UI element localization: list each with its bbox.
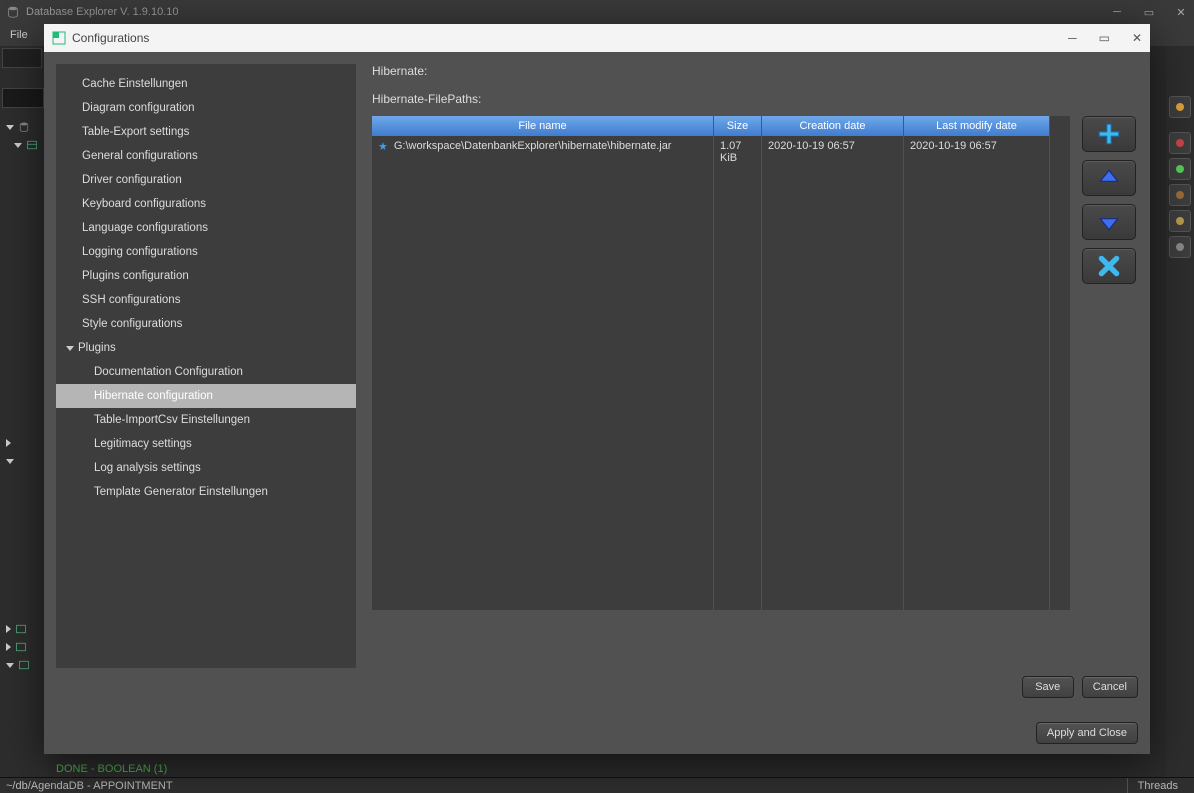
- main-window: Database Explorer V. 1.9.10.10 ─ ▭ ✕ Fil…: [0, 0, 1194, 793]
- sidebar-group-plugins[interactable]: Plugins: [56, 336, 356, 360]
- sidebar-item[interactable]: Table-Export settings: [56, 120, 356, 144]
- sidebar-item[interactable]: Language configurations: [56, 216, 356, 240]
- add-button[interactable]: [1082, 116, 1136, 152]
- maximize-button[interactable]: ▭: [1142, 5, 1156, 19]
- database-icon: [18, 121, 30, 133]
- table-icon: [26, 139, 38, 151]
- dialog-footer: Save Cancel Apply and Close: [44, 668, 1150, 754]
- save-button[interactable]: Save: [1022, 676, 1074, 698]
- dialog-title: Configurations: [72, 31, 149, 45]
- right-tool-6[interactable]: [1169, 236, 1191, 258]
- db-tree[interactable]: [6, 90, 46, 763]
- sidebar-subitem[interactable]: Table-ImportCsv Einstellungen: [56, 408, 356, 432]
- sidebar-subitem[interactable]: Template Generator Einstellungen: [56, 480, 356, 504]
- sidebar-item[interactable]: Logging configurations: [56, 240, 356, 264]
- col-size[interactable]: Size: [714, 116, 762, 136]
- col-filename[interactable]: File name: [372, 116, 714, 136]
- dialog-maximize[interactable]: ▭: [1099, 31, 1110, 45]
- star-icon: ★: [378, 140, 388, 153]
- bottom-tree-label: DONE - BOOLEAN (1): [56, 763, 167, 775]
- remove-button[interactable]: [1082, 248, 1136, 284]
- main-titlebar: Database Explorer V. 1.9.10.10 ─ ▭ ✕: [0, 0, 1194, 24]
- configurations-dialog: Configurations ─ ▭ ✕ Cache Einstellungen…: [44, 24, 1150, 754]
- sidebar-item[interactable]: Diagram configuration: [56, 96, 356, 120]
- main-title: Database Explorer V. 1.9.10.10: [26, 6, 1110, 18]
- cell-filename[interactable]: ★ G:\workspace\DatenbankExplorer\hiberna…: [372, 136, 714, 610]
- right-toolbar: [1166, 46, 1194, 777]
- status-path: ~/db/AgendaDB - APPOINTMENT: [6, 780, 173, 792]
- close-button[interactable]: ✕: [1174, 5, 1188, 19]
- sidebar-subitem[interactable]: Documentation Configuration: [56, 360, 356, 384]
- content-heading: Hibernate:: [372, 64, 1140, 78]
- cancel-button[interactable]: Cancel: [1082, 676, 1138, 698]
- sidebar-item[interactable]: General configurations: [56, 144, 356, 168]
- sidebar-subitem[interactable]: Hibernate configuration: [56, 384, 356, 408]
- dialog-minimize[interactable]: ─: [1068, 31, 1077, 45]
- sidebar-subitem[interactable]: Log analysis settings: [56, 456, 356, 480]
- toolbar-slot[interactable]: [2, 48, 42, 68]
- move-down-button[interactable]: [1082, 204, 1136, 240]
- table-icon: [15, 623, 27, 635]
- move-up-button[interactable]: [1082, 160, 1136, 196]
- minimize-button[interactable]: ─: [1110, 5, 1124, 19]
- dialog-icon: [52, 31, 66, 45]
- sidebar-item[interactable]: Plugins configuration: [56, 264, 356, 288]
- sidebar-item[interactable]: Style configurations: [56, 312, 356, 336]
- cell-size[interactable]: 1.07 KiB: [714, 136, 762, 610]
- right-tool-4[interactable]: [1169, 184, 1191, 206]
- sidebar-item[interactable]: Keyboard configurations: [56, 192, 356, 216]
- right-tool-1[interactable]: [1169, 96, 1191, 118]
- content-subheading: Hibernate-FilePaths:: [372, 92, 1140, 106]
- sidebar-item[interactable]: Driver configuration: [56, 168, 356, 192]
- status-threads[interactable]: Threads: [1127, 778, 1188, 793]
- table-body: ★ G:\workspace\DatenbankExplorer\hiberna…: [372, 136, 1070, 610]
- dialog-close[interactable]: ✕: [1132, 31, 1142, 45]
- cell-modified[interactable]: 2020-10-19 06:57: [904, 136, 1050, 610]
- menu-file[interactable]: File: [10, 29, 28, 41]
- col-modified[interactable]: Last modify date: [904, 116, 1050, 136]
- dialog-titlebar: Configurations ─ ▭ ✕: [44, 24, 1150, 52]
- app-icon: [6, 5, 20, 19]
- sidebar-item[interactable]: SSH configurations: [56, 288, 356, 312]
- right-tool-2[interactable]: [1169, 132, 1191, 154]
- statusbar: ~/db/AgendaDB - APPOINTMENT Threads: [0, 777, 1194, 793]
- apply-close-button[interactable]: Apply and Close: [1036, 722, 1138, 744]
- settings-sidebar: Cache EinstellungenDiagram configuration…: [56, 64, 356, 668]
- filepaths-table[interactable]: File name Size Creation date Last modify…: [372, 116, 1070, 610]
- table-button-column: [1082, 116, 1140, 610]
- table-icon: [18, 659, 30, 671]
- sidebar-subitem[interactable]: Legitimacy settings: [56, 432, 356, 456]
- right-tool-3[interactable]: [1169, 158, 1191, 180]
- chevron-down-icon: [66, 346, 74, 351]
- cell-created[interactable]: 2020-10-19 06:57: [762, 136, 904, 610]
- col-created[interactable]: Creation date: [762, 116, 904, 136]
- right-tool-5[interactable]: [1169, 210, 1191, 232]
- sidebar-item[interactable]: Cache Einstellungen: [56, 72, 356, 96]
- table-icon: [15, 641, 27, 653]
- table-header: File name Size Creation date Last modify…: [372, 116, 1070, 136]
